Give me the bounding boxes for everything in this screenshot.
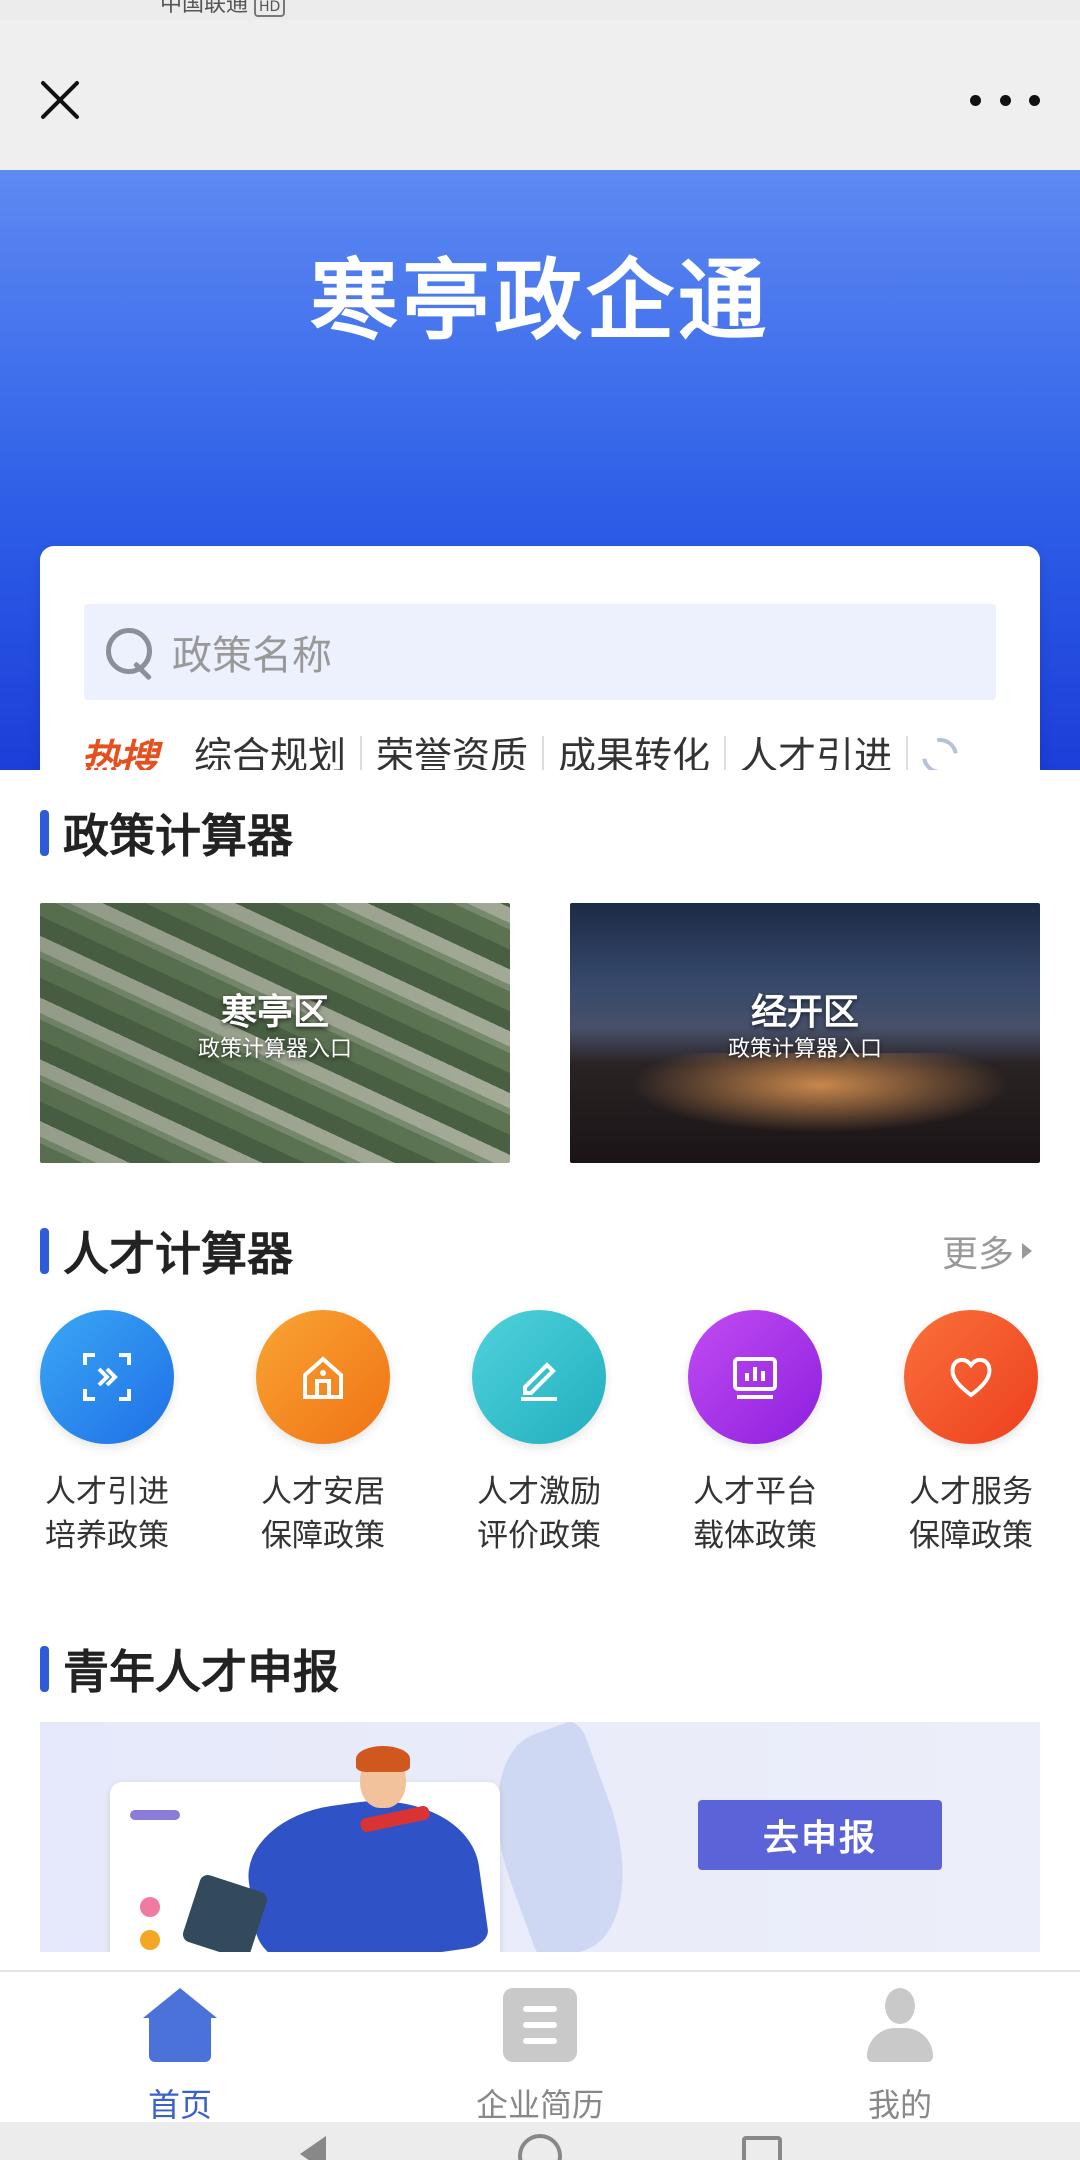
talent-item-housing[interactable]: 人才安居 保障政策 bbox=[233, 1310, 413, 1558]
home-button-icon[interactable] bbox=[518, 2134, 562, 2160]
talent-label-line2: 保障政策 bbox=[909, 1518, 1033, 1554]
tab-me[interactable]: 我的 bbox=[790, 1988, 1010, 2126]
back-icon[interactable] bbox=[300, 2136, 326, 2160]
main-content: 政策计算器 寒亭区 政策计算器入口 经开区 政策计算器入口 人才计算器 更多 人… bbox=[0, 770, 1080, 1970]
section-title-text: 青年人才申报 bbox=[63, 1645, 339, 1699]
talent-item-label: 人才引进 培养政策 bbox=[17, 1470, 197, 1558]
talent-item-label: 人才安居 保障政策 bbox=[233, 1470, 413, 1558]
more-options-icon[interactable] bbox=[970, 80, 1040, 120]
section-accent-bar bbox=[40, 1228, 49, 1274]
home-icon bbox=[143, 1988, 217, 2062]
bottom-tab-bar: 首页 企业简历 我的 bbox=[0, 1970, 1080, 2124]
running-man-illustration bbox=[180, 1746, 510, 1952]
tab-company-resume[interactable]: 企业简历 bbox=[430, 1988, 650, 2126]
chart-icon bbox=[688, 1310, 822, 1444]
app-title: 寒亭政企通 bbox=[309, 249, 770, 352]
talent-label-line2: 评价政策 bbox=[477, 1518, 601, 1554]
hd-badge: HD bbox=[254, 0, 286, 17]
policy-card-jingkai[interactable]: 经开区 政策计算器入口 bbox=[570, 903, 1040, 1163]
policy-card-name: 经开区 bbox=[750, 992, 859, 1033]
talent-label-line1: 人才安居 bbox=[261, 1474, 385, 1510]
close-icon[interactable] bbox=[30, 70, 90, 130]
document-icon bbox=[503, 1988, 577, 2062]
section-title-talent-calculator: 人才计算器 bbox=[40, 1218, 293, 1284]
heart-icon bbox=[904, 1310, 1038, 1444]
city-lights-decoration bbox=[630, 1053, 1010, 1133]
apply-button[interactable]: 去申报 bbox=[698, 1800, 942, 1870]
section-title-text: 政策计算器 bbox=[63, 809, 293, 863]
talent-item-label: 人才服务 保障政策 bbox=[881, 1470, 1061, 1558]
talent-item-incentive[interactable]: 人才激励 评价政策 bbox=[449, 1310, 629, 1558]
section-title-text: 人才计算器 bbox=[63, 1227, 293, 1281]
policy-card-hanting[interactable]: 寒亭区 政策计算器入口 bbox=[40, 903, 510, 1163]
talent-item-service[interactable]: 人才服务 保障政策 bbox=[881, 1310, 1061, 1558]
search-placeholder: 政策名称 bbox=[172, 633, 332, 679]
policy-card-subtitle: 政策计算器入口 bbox=[197, 1037, 352, 1062]
tab-label: 企业简历 bbox=[475, 2086, 604, 2124]
carrier-label: 中国联通 HD bbox=[160, 0, 286, 18]
hero-banner: 寒亭政企通 政策名称 热搜 综合规划 荣誉资质 成果转化 人才引进 bbox=[0, 170, 1080, 836]
top-nav-bar bbox=[0, 20, 1080, 170]
more-link[interactable]: 更多 bbox=[942, 1225, 1032, 1277]
pen-icon bbox=[472, 1310, 606, 1444]
talent-label-line2: 保障政策 bbox=[261, 1518, 385, 1554]
house-icon bbox=[256, 1310, 390, 1444]
youth-apply-banner[interactable]: 去申报 bbox=[40, 1722, 1040, 1952]
talent-item-platform[interactable]: 人才平台 载体政策 bbox=[665, 1310, 845, 1558]
talent-label-line1: 人才平台 bbox=[693, 1474, 817, 1510]
search-icon bbox=[100, 622, 160, 682]
carrier-name: 中国联通 bbox=[160, 0, 249, 17]
policy-card-name: 寒亭区 bbox=[220, 992, 329, 1033]
talent-grid: 人才引进培养政策 人才安居保障政策 人才激励评价政策 人才平台载体政策 人才服务… bbox=[0, 1310, 1080, 1570]
system-nav-bar bbox=[0, 2122, 1080, 2160]
talent-item-label: 人才平台 载体政策 bbox=[665, 1470, 845, 1558]
recent-apps-icon[interactable] bbox=[742, 2136, 782, 2160]
section-title-youth-apply: 青年人才申报 bbox=[40, 1636, 339, 1702]
profile-icon bbox=[863, 1988, 937, 2062]
search-input[interactable]: 政策名称 bbox=[84, 604, 996, 700]
section-accent-bar bbox=[40, 1646, 49, 1692]
tab-label: 我的 bbox=[867, 2086, 932, 2124]
talent-label-line2: 培养政策 bbox=[45, 1518, 169, 1554]
caret-right-icon bbox=[1022, 1243, 1032, 1259]
scan-icon bbox=[40, 1310, 174, 1444]
tab-home[interactable]: 首页 bbox=[70, 1988, 290, 2126]
talent-label-line1: 人才激励 bbox=[477, 1474, 601, 1510]
more-link-label: 更多 bbox=[941, 1234, 1014, 1275]
section-accent-bar bbox=[40, 810, 49, 856]
talent-item-introduction[interactable]: 人才引进 培养政策 bbox=[17, 1310, 197, 1558]
policy-card-subtitle: 政策计算器入口 bbox=[727, 1037, 882, 1062]
tab-label: 首页 bbox=[147, 2086, 212, 2124]
talent-label-line2: 载体政策 bbox=[693, 1518, 817, 1554]
status-bar: 中国联通 HD bbox=[0, 0, 1080, 20]
talent-item-label: 人才激励 评价政策 bbox=[449, 1470, 629, 1558]
talent-label-line1: 人才服务 bbox=[909, 1474, 1033, 1510]
talent-label-line1: 人才引进 bbox=[45, 1474, 169, 1510]
section-title-policy-calculator: 政策计算器 bbox=[40, 800, 293, 866]
